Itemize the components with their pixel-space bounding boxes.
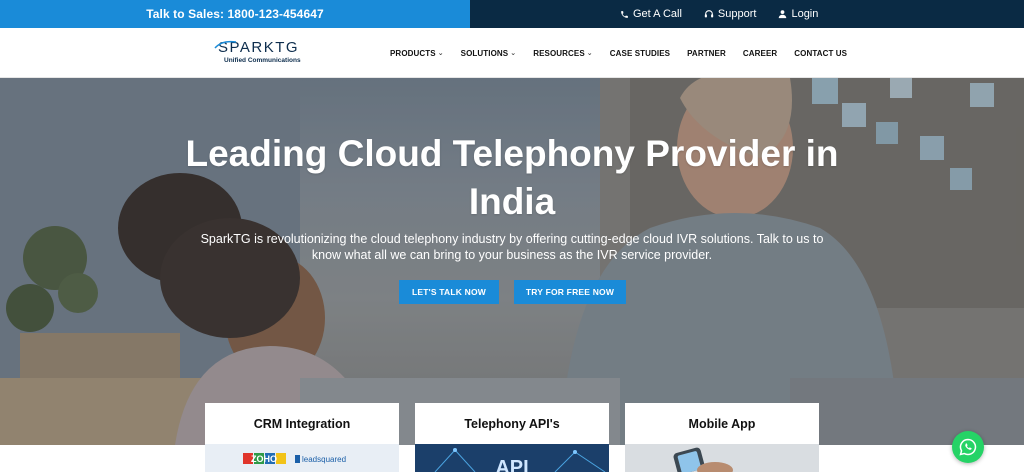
logo-swoosh-icon — [214, 40, 237, 49]
support-label: Support — [717, 8, 757, 20]
card-title: Telephony API's — [464, 416, 560, 431]
chevron-down-icon: ⌄ — [437, 50, 444, 57]
leadsquared-logo-text: leadsquared — [302, 455, 346, 464]
utility-links: Get A Call Support Login — [470, 0, 1024, 28]
api-image-text: API — [495, 457, 528, 472]
card-title: Mobile App — [688, 416, 756, 431]
nav-item-label: CAREER — [742, 48, 778, 58]
whatsapp-icon — [959, 438, 977, 456]
card-crm-integration[interactable]: CRM Integration ZOHO leadsquared — [205, 403, 399, 472]
chevron-down-icon: ⌄ — [510, 50, 517, 57]
login-link[interactable]: Login — [778, 8, 818, 20]
card-title: CRM Integration — [253, 416, 351, 431]
nav-item-contact-us[interactable]: CONTACT US — [794, 49, 847, 58]
nav-item-products[interactable]: PRODUCTS ⌄ — [390, 49, 444, 58]
nav-item-label: SOLUTIONS — [460, 48, 509, 58]
nav-item-label: CASE STUDIES — [609, 48, 671, 58]
user-icon — [779, 10, 787, 19]
nav-item-career[interactable]: CAREER — [743, 49, 777, 58]
main-navigation: SPARKTG Unified Communications PRODUCTS ⌄… — [0, 28, 1024, 78]
api-illustration-image: API — [415, 444, 609, 472]
hero-section: Leading Cloud Telephony Provider in Indi… — [0, 78, 1024, 445]
nav-item-label: PRODUCTS — [390, 48, 436, 58]
hero-subtitle: SparkTG is revolutionizing the cloud tel… — [200, 232, 824, 262]
lets-talk-now-button[interactable]: LET'S TALK NOW — [399, 280, 499, 304]
chevron-down-icon: ⌄ — [586, 50, 593, 57]
card-mobile-app[interactable]: Mobile App — [625, 403, 819, 472]
sales-phone-text[interactable]: Talk to Sales: 1800-123-454647 — [146, 7, 324, 21]
nav-item-label: CONTACT US — [794, 48, 848, 58]
top-bar: Talk to Sales: 1800-123-454647 Get A Cal… — [0, 0, 1024, 28]
hero-title: Leading Cloud Telephony Provider in Indi… — [185, 133, 839, 222]
nav-item-case-studies[interactable]: CASE STUDIES — [610, 49, 670, 58]
nav-menu: PRODUCTS ⌄ SOLUTIONS ⌄ RESOURCES ⌄ CASE STU… — [390, 28, 864, 78]
nav-item-label: RESOURCES — [533, 48, 585, 58]
nav-item-solutions[interactable]: SOLUTIONS ⌄ — [461, 49, 517, 58]
nav-item-partner[interactable]: PARTNER — [687, 49, 726, 58]
sales-banner: Talk to Sales: 1800-123-454647 — [0, 0, 470, 28]
support-link[interactable]: Support — [704, 8, 757, 20]
logo-tagline: Unified Communications — [224, 57, 301, 64]
get-a-call-link[interactable]: Get A Call — [620, 8, 682, 20]
login-label: Login — [791, 8, 819, 20]
card-telephony-api[interactable]: Telephony API's API — [415, 403, 609, 472]
phone-icon — [621, 10, 628, 18]
nav-item-label: PARTNER — [687, 48, 726, 58]
zoho-logo-text: ZOHO — [251, 454, 277, 464]
crm-logos-image: ZOHO leadsquared — [205, 444, 399, 472]
headset-icon — [704, 10, 714, 18]
try-for-free-button[interactable]: TRY FOR FREE NOW — [514, 280, 626, 304]
whatsapp-chat-button[interactable] — [952, 431, 984, 463]
sparktg-logo[interactable]: SPARKTG Unified Communications — [214, 40, 318, 68]
get-a-call-label: Get A Call — [633, 8, 682, 20]
mobile-app-image — [625, 444, 819, 472]
nav-item-resources[interactable]: RESOURCES ⌄ — [533, 49, 593, 58]
